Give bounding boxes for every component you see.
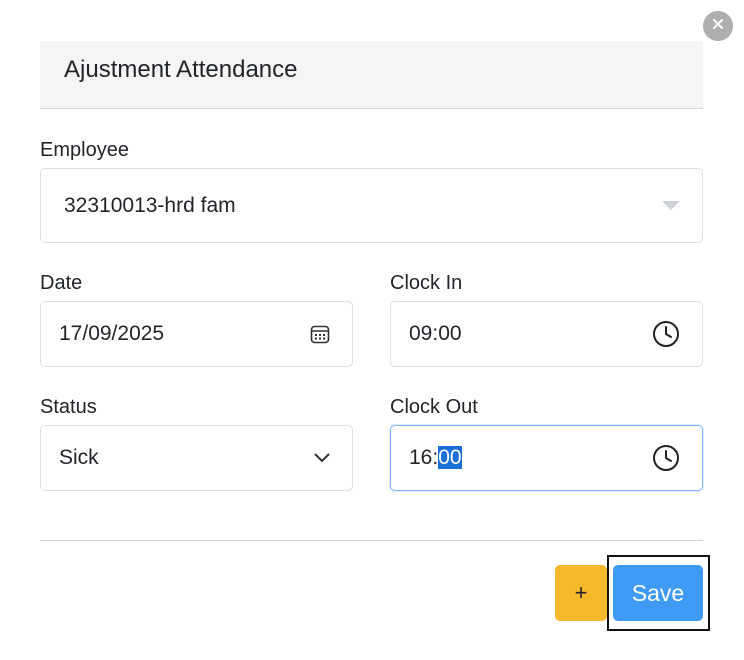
chevron-down-icon (314, 453, 330, 463)
modal-header: Ajustment Attendance (40, 41, 703, 109)
employee-value: 32310013-hrd fam (64, 193, 236, 217)
employee-select[interactable]: 32310013-hrd fam (40, 168, 703, 243)
status-select[interactable]: Sick (40, 425, 353, 491)
employee-label: Employee (40, 139, 129, 161)
close-button[interactable] (703, 11, 733, 41)
close-icon (712, 17, 724, 35)
date-input[interactable]: 17/09/2025 (40, 301, 353, 367)
caret-down-icon (662, 200, 680, 211)
clock-out-hours: 16: (409, 446, 439, 469)
date-label: Date (40, 272, 83, 294)
add-button[interactable]: + (555, 565, 607, 621)
status-label: Status (40, 396, 97, 418)
footer-divider (40, 540, 703, 541)
clock-icon[interactable] (652, 444, 680, 472)
clock-out-value: 16:00 (409, 446, 462, 470)
clock-in-label: Clock In (390, 272, 463, 294)
clock-icon[interactable] (652, 320, 680, 348)
clock-in-input[interactable]: 09:00 (390, 301, 703, 367)
clock-out-input[interactable]: 16:00 (390, 425, 703, 491)
modal-title: Ajustment Attendance (64, 56, 298, 83)
clock-in-value: 09:00 (409, 322, 462, 345)
clock-out-label: Clock Out (390, 396, 478, 418)
date-value: 17/09/2025 (59, 322, 165, 345)
calendar-icon[interactable] (310, 324, 330, 344)
status-value: Sick (59, 446, 99, 469)
clock-out-minutes-selected: 00 (438, 446, 462, 469)
save-button[interactable]: Save (613, 565, 703, 621)
